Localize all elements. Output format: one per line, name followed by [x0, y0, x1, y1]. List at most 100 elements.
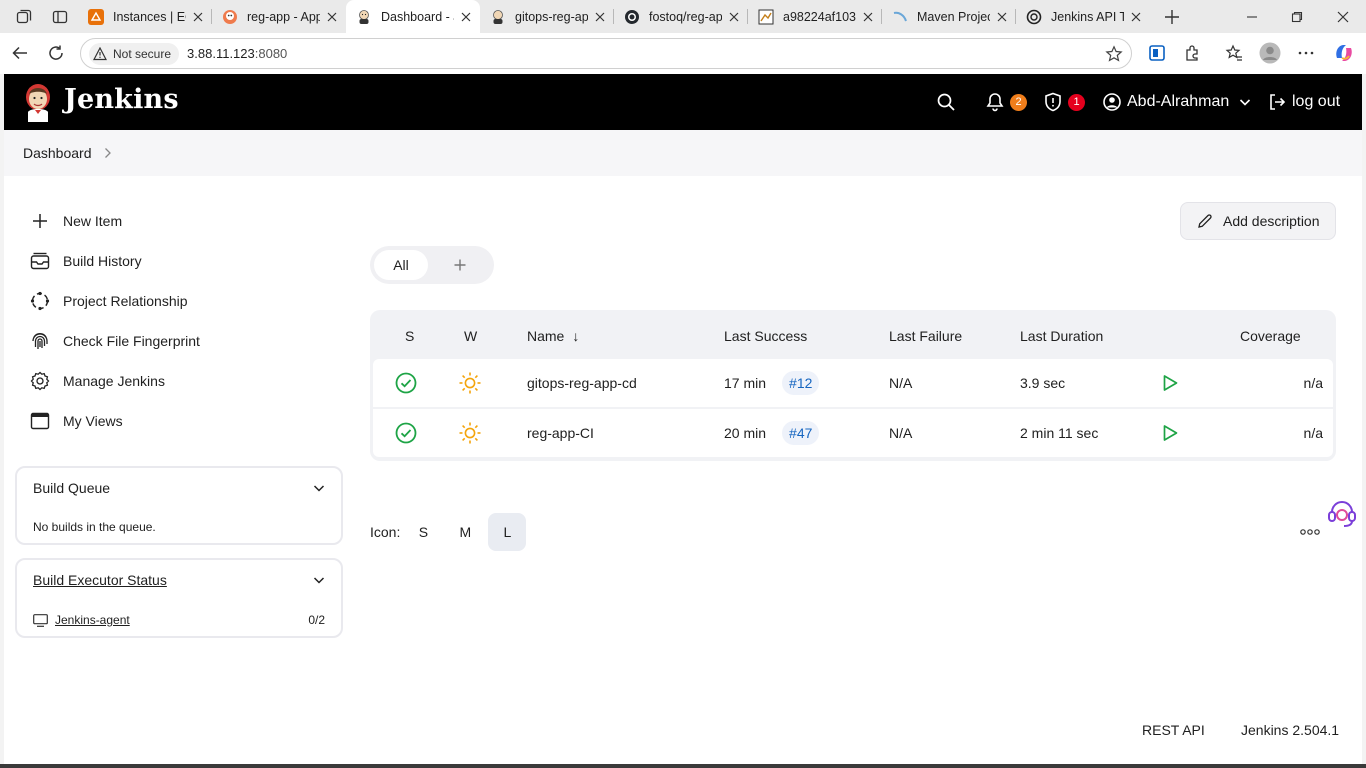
tab-title: Instances | EC2 — [113, 9, 186, 24]
notifications-button[interactable]: 2 — [986, 88, 1027, 116]
jobs-table: S W Name ↓ Last Success Last Failure Las… — [370, 310, 1336, 461]
new-tab-button[interactable] — [1158, 3, 1186, 31]
build-queue-title[interactable]: Build Queue — [33, 480, 110, 496]
build-number-link[interactable]: #47 — [782, 421, 820, 445]
browser-tab[interactable]: Instances | EC2 — [78, 0, 212, 33]
column-header-name[interactable]: Name ↓ — [527, 328, 579, 344]
refresh-icon[interactable] — [40, 37, 72, 69]
breadcrumb-dashboard[interactable]: Dashboard — [23, 145, 92, 161]
url-text[interactable]: 3.88.11.123:8080 — [187, 46, 287, 61]
sidebar-item-project-relationship[interactable]: Project Relationship — [30, 287, 188, 315]
user-menu[interactable]: Abd-Alrahman — [1103, 88, 1251, 116]
close-tab-icon[interactable] — [994, 9, 1010, 25]
jenkins-version-link[interactable]: Jenkins 2.504.1 — [1241, 722, 1339, 738]
chevron-down-icon[interactable] — [313, 482, 325, 494]
browser-tab[interactable]: a98224af1037 — [748, 0, 882, 33]
security-button[interactable]: 1 — [1044, 88, 1085, 116]
icon-size-s[interactable]: S — [404, 513, 442, 551]
split-screen-icon[interactable] — [1141, 37, 1173, 69]
add-description-label: Add description — [1223, 213, 1320, 229]
minimize-window-button[interactable] — [1229, 0, 1275, 33]
close-tab-icon[interactable] — [1128, 9, 1144, 25]
sidebar-item-new-item[interactable]: New Item — [30, 207, 122, 235]
executor-agent-link[interactable]: Jenkins-agent — [55, 613, 130, 627]
sidebar-item-label: Check File Fingerprint — [63, 333, 200, 349]
support-agent-icon[interactable] — [1326, 498, 1358, 530]
address-bar[interactable]: Not secure 3.88.11.123:8080 — [80, 38, 1132, 69]
extensions-icon[interactable] — [1177, 37, 1209, 69]
browser-tab[interactable]: fostoq/reg-app — [614, 0, 748, 33]
job-link[interactable]: gitops-reg-app-cd — [527, 359, 637, 407]
close-window-button[interactable] — [1320, 0, 1366, 33]
more-menu-icon[interactable] — [1290, 37, 1322, 69]
close-tab-icon[interactable] — [324, 9, 340, 25]
not-secure-chip[interactable]: Not secure — [89, 42, 180, 65]
status-success-icon[interactable] — [395, 409, 417, 457]
browser-tab[interactable]: Jenkins API Token — [1016, 0, 1150, 33]
close-tab-icon[interactable] — [860, 9, 876, 25]
build-executor-title[interactable]: Build Executor Status — [33, 572, 167, 588]
close-tab-icon[interactable] — [190, 9, 206, 25]
chevron-down-icon[interactable] — [313, 574, 325, 586]
schedule-build-play-icon[interactable] — [1161, 359, 1179, 407]
rest-api-link[interactable]: REST API — [1142, 722, 1205, 738]
restore-window-button[interactable] — [1274, 0, 1320, 33]
back-arrow-icon[interactable] — [4, 37, 36, 69]
browser-tab[interactable]: gitops-reg-app — [480, 0, 614, 33]
tab-title: a98224af1037 — [783, 9, 856, 24]
sort-arrow-icon: ↓ — [572, 328, 580, 344]
browser-tab[interactable]: Maven Project — [882, 0, 1016, 33]
column-header-coverage[interactable]: Coverage — [1240, 328, 1301, 344]
not-secure-label: Not secure — [113, 46, 172, 61]
jenkins-brand[interactable]: Jenkins — [64, 84, 179, 115]
logout-icon — [1270, 94, 1286, 110]
coverage-cell: n/a — [1303, 375, 1323, 391]
sidebar-item-build-history[interactable]: Build History — [30, 247, 142, 275]
sidebar-item-my-views[interactable]: My Views — [30, 407, 123, 435]
close-tab-icon[interactable] — [592, 9, 608, 25]
close-tab-icon[interactable] — [458, 9, 474, 25]
github-icon — [624, 9, 640, 25]
logout-button[interactable]: log out — [1268, 88, 1340, 116]
status-success-icon[interactable] — [395, 359, 417, 407]
pencil-icon — [1198, 214, 1212, 228]
column-header-status[interactable]: S — [405, 328, 414, 344]
computer-icon — [33, 613, 48, 627]
copilot-icon[interactable] — [1328, 37, 1360, 69]
workspaces-icon[interactable] — [12, 5, 36, 29]
column-header-last-success[interactable]: Last Success — [724, 328, 807, 344]
add-view-button[interactable] — [450, 255, 470, 275]
build-number-link[interactable]: #12 — [782, 371, 820, 395]
sidebar-item-label: Manage Jenkins — [63, 373, 165, 389]
bell-icon — [986, 93, 1004, 112]
tab-title: Jenkins API Token — [1051, 9, 1124, 24]
browser-tab-active[interactable]: Dashboard - Jenkins — [346, 0, 480, 33]
sidebar-item-label: Project Relationship — [63, 293, 188, 309]
column-header-last-failure[interactable]: Last Failure — [889, 328, 962, 344]
close-tab-icon[interactable] — [726, 9, 742, 25]
add-description-button[interactable]: Add description — [1180, 202, 1336, 240]
icon-size-m[interactable]: M — [446, 513, 484, 551]
vertical-tabs-icon[interactable] — [48, 5, 72, 29]
profile-avatar-icon[interactable] — [1254, 37, 1286, 69]
tab-title: reg-app - Application — [247, 9, 320, 24]
schedule-build-play-icon[interactable] — [1161, 409, 1179, 457]
search-icon[interactable] — [936, 88, 956, 116]
sidebar-item-manage-jenkins[interactable]: Manage Jenkins — [30, 367, 165, 395]
favorite-star-icon[interactable] — [1105, 45, 1123, 63]
more-actions-icon[interactable] — [1300, 528, 1320, 536]
jenkins-logo[interactable] — [22, 82, 54, 122]
tab-all[interactable]: All — [374, 250, 428, 280]
job-link[interactable]: reg-app-CI — [527, 409, 594, 457]
sidebar-item-check-file-fingerprint[interactable]: Check File Fingerprint — [30, 327, 200, 355]
column-header-last-duration[interactable]: Last Duration — [1020, 328, 1103, 344]
browser-tab[interactable]: reg-app - Application — [212, 0, 346, 33]
chevron-right-icon[interactable] — [104, 147, 112, 159]
fingerprint-icon — [30, 331, 50, 351]
column-header-weather[interactable]: W — [464, 328, 477, 344]
last-failure-cell: N/A — [889, 375, 913, 391]
weather-sunny-icon[interactable] — [458, 409, 482, 457]
favorites-icon[interactable] — [1218, 37, 1250, 69]
icon-size-l[interactable]: L — [488, 513, 527, 551]
weather-sunny-icon[interactable] — [458, 359, 482, 407]
